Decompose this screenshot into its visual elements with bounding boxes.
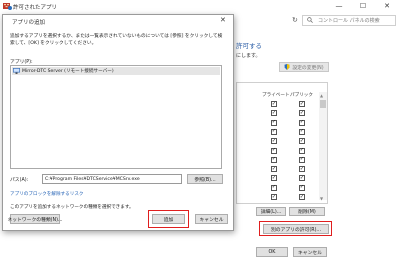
- path-label: パス(A):: [10, 178, 29, 183]
- ok-button[interactable]: OK: [256, 247, 288, 257]
- search-icon: [307, 17, 313, 23]
- allowed-apps-list[interactable]: [236, 82, 328, 204]
- close-icon: ✕: [384, 2, 390, 10]
- allow-other-app-button[interactable]: 別のアプリの許可(R)...: [263, 224, 329, 234]
- checkbox-public[interactable]: ✓: [299, 194, 305, 200]
- dialog-title: アプリの追加: [12, 20, 46, 26]
- main-cancel-label: キャンセル: [298, 250, 322, 256]
- checkbox-private[interactable]: ✓: [271, 138, 277, 145]
- change-settings-label: 設定の変更(N): [292, 65, 324, 71]
- search-placeholder: コントロール パネルの検索: [318, 18, 380, 24]
- remove-button[interactable]: 削除(M): [289, 207, 325, 216]
- checkbox-private[interactable]: ✓: [271, 119, 277, 126]
- network-types-button[interactable]: ネットワークの種類(N)...: [7, 214, 63, 224]
- allow-other-app-label: 別のアプリの許可(R)...: [270, 227, 322, 233]
- dialog-cancel-label: キャンセル: [199, 217, 224, 223]
- list-scrollbar[interactable]: [319, 92, 327, 200]
- shield-icon: [284, 64, 290, 70]
- firewall-app-icon: [3, 3, 12, 10]
- checkbox-private[interactable]: ✓: [271, 147, 277, 154]
- minimize-icon: —: [335, 2, 343, 10]
- scroll-down-icon[interactable]: ▼: [320, 196, 323, 201]
- path-value: C:¥Program Files¥DTCService¥MCSrv.exe: [45, 176, 140, 182]
- scroll-up-icon[interactable]: ▲: [320, 93, 323, 98]
- change-settings-button[interactable]: 設定の変更(N): [279, 62, 329, 72]
- scroll-thumb[interactable]: [320, 100, 326, 108]
- details-label: 詳細(L)...: [260, 210, 282, 215]
- page-subtext: にします。: [236, 53, 261, 59]
- checkbox-private[interactable]: ✓: [271, 101, 277, 107]
- browse-label: 参照(B)...: [194, 177, 216, 183]
- column-header-private: プライベート: [262, 93, 290, 98]
- network-types-label: ネットワークの種類(N)...: [7, 217, 63, 223]
- unblock-risk-link[interactable]: アプリのブロックを解除するリスク: [10, 191, 84, 197]
- checkbox-public[interactable]: ✓: [299, 156, 305, 163]
- checkbox-private[interactable]: ✓: [271, 110, 277, 117]
- window-title: 許可されたアプリ: [13, 5, 58, 11]
- details-button[interactable]: 詳細(L)...: [256, 207, 286, 216]
- checkbox-public[interactable]: ✓: [299, 110, 305, 117]
- checkbox-private[interactable]: ✓: [271, 175, 277, 182]
- network-note: このアプリを追加するネットワークの種類を選択できます。: [10, 205, 134, 210]
- add-button[interactable]: 追加: [152, 214, 185, 224]
- browse-button[interactable]: 参照(B)...: [187, 174, 223, 184]
- ok-label: OK: [268, 249, 276, 255]
- dialog-cancel-button[interactable]: キャンセル: [195, 214, 228, 224]
- checkbox-private[interactable]: ✓: [271, 166, 277, 173]
- dialog-close-icon[interactable]: ✕: [220, 16, 226, 24]
- checkbox-private[interactable]: ✓: [271, 128, 277, 135]
- checkbox-public[interactable]: ✓: [299, 138, 305, 145]
- apps-label: アプリ(P):: [10, 60, 33, 65]
- maximize-button[interactable]: ☐: [352, 0, 374, 12]
- checkbox-public[interactable]: ✓: [299, 119, 305, 126]
- page-heading: 許可する: [236, 42, 262, 50]
- path-input[interactable]: C:¥Program Files¥DTCService¥MCSrv.exe: [42, 174, 182, 184]
- remove-label: 削除(M): [298, 210, 316, 215]
- refresh-icon[interactable]: ↻: [292, 16, 298, 24]
- app-icon: [13, 68, 20, 74]
- main-cancel-button[interactable]: キャンセル: [293, 247, 327, 257]
- close-button[interactable]: ✕: [376, 0, 398, 12]
- checkbox-private[interactable]: ✓: [271, 184, 277, 191]
- maximize-icon: ☐: [359, 2, 367, 10]
- checkbox-public[interactable]: ✓: [299, 175, 305, 182]
- checkbox-public[interactable]: ✓: [299, 101, 305, 107]
- checkbox-public[interactable]: ✓: [299, 184, 305, 191]
- dialog-description: 追加するアプリを選択するか、または一覧表示されていないものについては [参照] …: [10, 34, 223, 46]
- column-header-public: パブリック: [290, 93, 313, 98]
- checkbox-private[interactable]: ✓: [271, 156, 277, 163]
- add-label: 追加: [163, 217, 174, 223]
- checkbox-public[interactable]: ✓: [299, 128, 305, 135]
- app-list[interactable]: [10, 65, 222, 169]
- checkbox-private[interactable]: ✓: [271, 194, 277, 200]
- app-name: Mirror-DTC Server (リモート接続サーバー): [22, 69, 114, 74]
- checkbox-public[interactable]: ✓: [299, 166, 305, 173]
- minimize-button[interactable]: —: [328, 0, 350, 12]
- app-list-item[interactable]: Mirror-DTC Server (リモート接続サーバー): [12, 67, 220, 75]
- checkbox-public[interactable]: ✓: [299, 147, 305, 154]
